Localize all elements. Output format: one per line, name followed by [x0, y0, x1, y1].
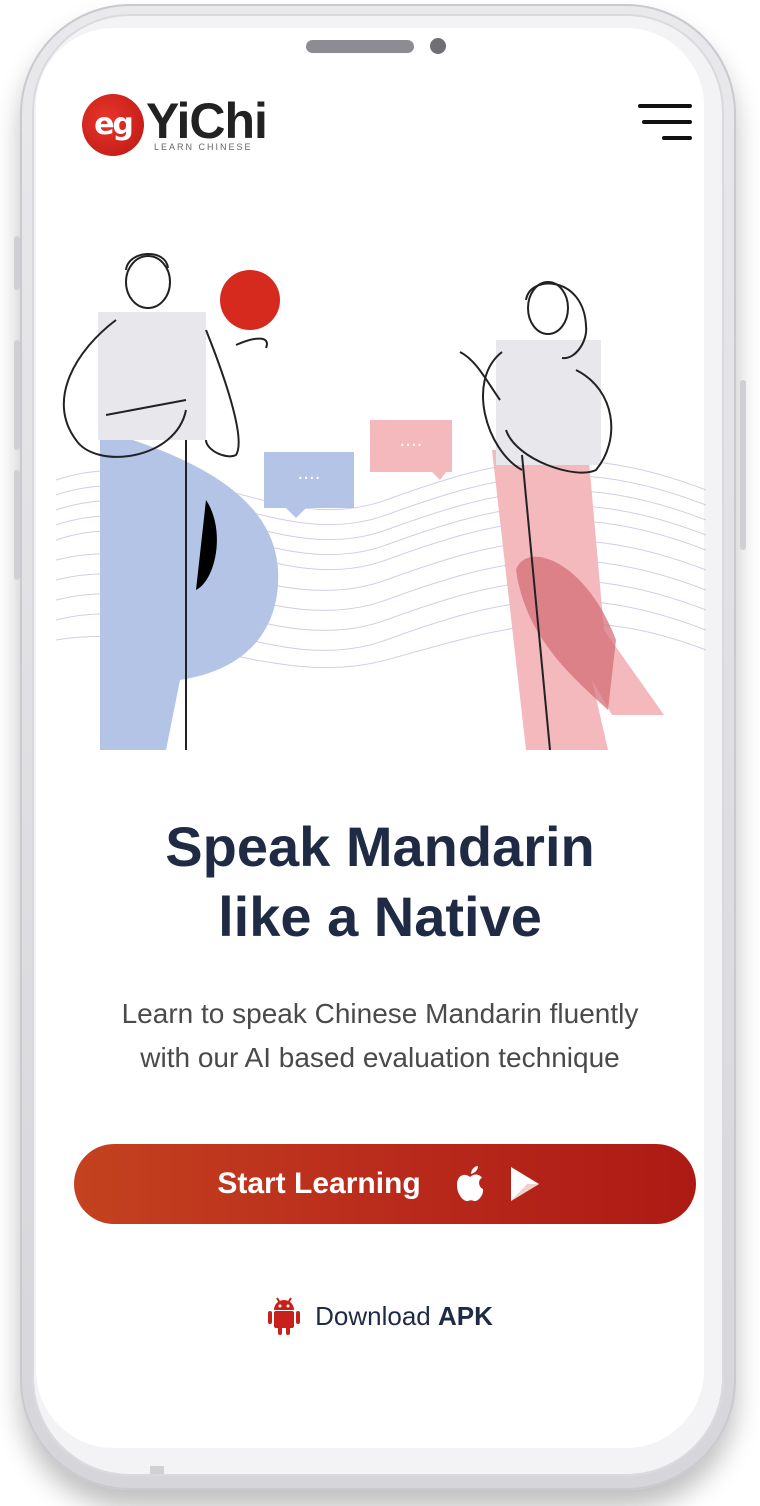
apple-icon: [456, 1166, 483, 1202]
phone-power-button: [740, 380, 746, 550]
hero-illustration: ···· ····: [56, 253, 706, 751]
download-apk-link[interactable]: Download APK: [0, 1294, 760, 1338]
woman-figure: [459, 281, 664, 751]
start-learning-button[interactable]: Start Learning: [74, 1144, 696, 1224]
google-play-icon: [510, 1167, 539, 1201]
apk-label: APK: [437, 1300, 493, 1331]
download-apk-label: Download APK: [315, 1301, 493, 1332]
front-camera: [430, 38, 446, 54]
headline-line-2: like a Native: [218, 885, 542, 948]
phone-side-button: [14, 236, 20, 290]
phone-bottom-mark: [150, 1466, 164, 1474]
download-label: Download: [315, 1300, 431, 1331]
start-learning-label: Start Learning: [217, 1167, 421, 1200]
phone-volume-up: [14, 340, 20, 450]
logo-mark: eg: [82, 94, 144, 156]
brand-logo[interactable]: eg YiChi LEARN CHINESE: [80, 92, 280, 160]
hamburger-menu-icon[interactable]: [634, 102, 692, 142]
speaker-grille: [306, 40, 414, 53]
bubble-dots-left: ····: [298, 468, 321, 489]
hero-subtext: Learn to speak Chinese Mandarin fluently…: [60, 992, 700, 1080]
hero-headline: Speak Mandarin like a Native: [60, 812, 700, 952]
android-icon: [268, 1297, 301, 1335]
subtext-line-2: with our AI based evaluation technique: [140, 1042, 620, 1073]
man-figure: [62, 253, 280, 750]
logo-tagline: LEARN CHINESE: [154, 142, 253, 152]
speech-bubble-right: ····: [370, 420, 452, 480]
bubble-dots-right: ····: [400, 435, 423, 456]
headline-line-1: Speak Mandarin: [165, 815, 595, 878]
phone-volume-down: [14, 470, 20, 580]
subtext-line-1: Learn to speak Chinese Mandarin fluently: [121, 998, 639, 1029]
